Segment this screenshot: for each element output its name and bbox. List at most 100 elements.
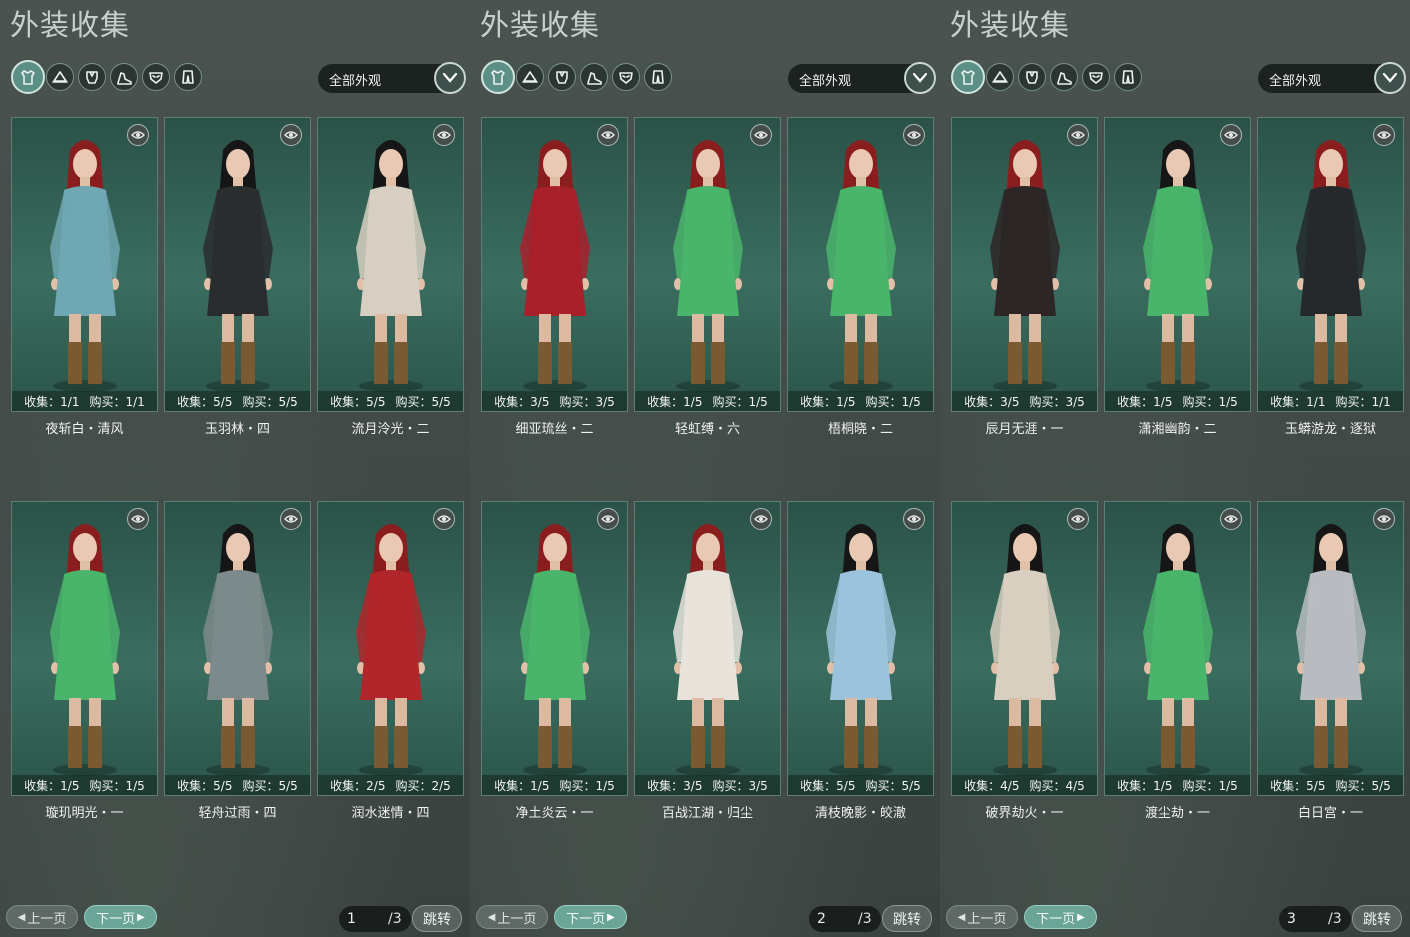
eye-icon[interactable] [1067,508,1089,530]
outfit-card[interactable]: 收集：4/5 购买：4/5 [951,501,1098,796]
card-stats: 收集：3/5 购买：3/5 [952,391,1097,411]
outfit-card[interactable]: 收集：5/5 购买：5/5 [1257,501,1404,796]
eye-icon[interactable] [1373,124,1395,146]
outfit-card[interactable]: 收集：1/5 购买：1/5 [481,501,628,796]
next-page-button[interactable]: 下一页 ▶ [84,905,157,929]
chevron-left-icon: ◀ [957,911,966,923]
outfit-card[interactable]: 收集：1/5 购买：1/5 [1104,117,1251,412]
current-page[interactable]: 3 [1287,911,1296,927]
outfit-card[interactable]: 收集：1/5 购买：1/5 [11,501,158,796]
eye-icon[interactable] [597,124,619,146]
outfit-card[interactable]: 收集：1/5 购买：1/5 [787,117,934,412]
filter-dropdown[interactable]: 全部外观 [1258,62,1406,94]
jump-button[interactable]: 跳转 [882,905,932,932]
shoe-icon[interactable] [110,63,138,91]
collect-count: 收集：4/5 [964,778,1020,793]
next-page-button[interactable]: 下一页 ▶ [1024,905,1097,929]
card-stats: 收集：3/5 购买：3/5 [482,391,627,411]
mask-icon[interactable] [612,63,640,91]
outfit-icon[interactable] [951,60,985,94]
eye-icon[interactable] [1373,508,1395,530]
chevron-down-icon[interactable] [904,62,936,94]
buy-count: 购买：2/5 [395,778,451,793]
eye-icon[interactable] [433,124,455,146]
eye-icon[interactable] [903,124,925,146]
outfit-card[interactable]: 收集：1/5 购买：1/5 [634,117,781,412]
outfit-card[interactable]: 收集：1/5 购买：1/5 [1104,501,1251,796]
outfit-preview-image [1105,128,1250,403]
lower-icon[interactable] [1114,63,1142,91]
outfit-card[interactable]: 收集：5/5 购买：5/5 [787,501,934,796]
outfit-card[interactable]: 收集：3/5 购买：3/5 [634,501,781,796]
outfit-card[interactable]: 收集：3/5 购买：3/5 [481,117,628,412]
top-icon[interactable] [548,63,576,91]
page-input[interactable]: 1 /3 [339,906,411,932]
outfit-card[interactable]: 收集：2/5 购买：2/5 [317,501,464,796]
prev-page-button[interactable]: ◀ 上一页 [946,905,1018,929]
outfit-icon[interactable] [11,60,45,94]
buy-count: 购买：3/5 [1029,394,1085,409]
eye-icon[interactable] [1067,124,1089,146]
current-page[interactable]: 2 [817,911,826,927]
card-stats: 收集：1/5 购买：1/5 [635,391,780,411]
filter-dropdown[interactable]: 全部外观 [318,62,466,94]
chevron-down-icon[interactable] [1374,62,1406,94]
jump-button[interactable]: 跳转 [1352,905,1402,932]
outfit-preview-image [165,512,310,787]
eye-icon[interactable] [750,508,772,530]
current-page[interactable]: 1 [347,911,356,927]
top-icon[interactable] [78,63,106,91]
eye-icon[interactable] [903,508,925,530]
eye-icon[interactable] [1220,124,1242,146]
hat-icon[interactable] [46,63,74,91]
eye-icon[interactable] [127,508,149,530]
collect-count: 收集：1/1 [1270,394,1326,409]
eye-icon[interactable] [597,508,619,530]
filter-dropdown[interactable]: 全部外观 [788,62,936,94]
shoe-icon[interactable] [580,63,608,91]
mask-icon[interactable] [142,63,170,91]
next-page-label: 下一页 [566,911,606,927]
mask-icon[interactable] [1082,63,1110,91]
outfit-name: 流月泠光・二 [351,422,430,437]
outfit-card[interactable]: 收集：1/1 购买：1/1 [11,117,158,412]
buy-count: 购买：1/5 [559,778,615,793]
outfit-name: 轻舟过雨・四 [198,806,277,821]
outfit-card[interactable]: 收集：5/5 购买：5/5 [164,501,311,796]
outfit-card[interactable]: 收集：1/1 购买：1/1 [1257,117,1404,412]
top-icon[interactable] [1018,63,1046,91]
lower-icon[interactable] [174,63,202,91]
chevron-left-icon: ◀ [17,911,26,923]
eye-icon[interactable] [280,124,302,146]
total-pages: /3 [858,911,872,927]
card-stats: 收集：1/5 购买：1/5 [1105,391,1250,411]
prev-page-button[interactable]: ◀ 上一页 [476,905,548,929]
outfit-name: 玉蟒游龙・逐狱 [1284,422,1376,437]
collect-count: 收集：1/5 [1117,778,1173,793]
eye-icon[interactable] [433,508,455,530]
chevron-down-icon[interactable] [434,62,466,94]
chevron-right-icon: ▶ [137,911,145,923]
eye-icon[interactable] [127,124,149,146]
hat-icon[interactable] [516,63,544,91]
lower-icon[interactable] [644,63,672,91]
page-input[interactable]: 2 /3 [809,906,881,932]
eye-icon[interactable] [1220,508,1242,530]
outfit-preview-image [165,128,310,403]
eye-icon[interactable] [280,508,302,530]
buy-count: 购买：1/1 [89,394,145,409]
outfit-icon[interactable] [481,60,515,94]
page-input[interactable]: 3 /3 [1279,906,1351,932]
outfit-preview-image [952,128,1097,403]
outfit-card[interactable]: 收集：3/5 购买：3/5 [951,117,1098,412]
shoe-icon[interactable] [1050,63,1078,91]
eye-icon[interactable] [750,124,772,146]
outfit-name: 净土炎云・一 [515,806,594,821]
hat-icon[interactable] [986,63,1014,91]
next-page-button[interactable]: 下一页 ▶ [554,905,627,929]
jump-button[interactable]: 跳转 [412,905,462,932]
collect-count: 收集：1/5 [494,778,550,793]
outfit-card[interactable]: 收集：5/5 购买：5/5 [317,117,464,412]
prev-page-button[interactable]: ◀ 上一页 [6,905,78,929]
outfit-card[interactable]: 收集：5/5 购买：5/5 [164,117,311,412]
